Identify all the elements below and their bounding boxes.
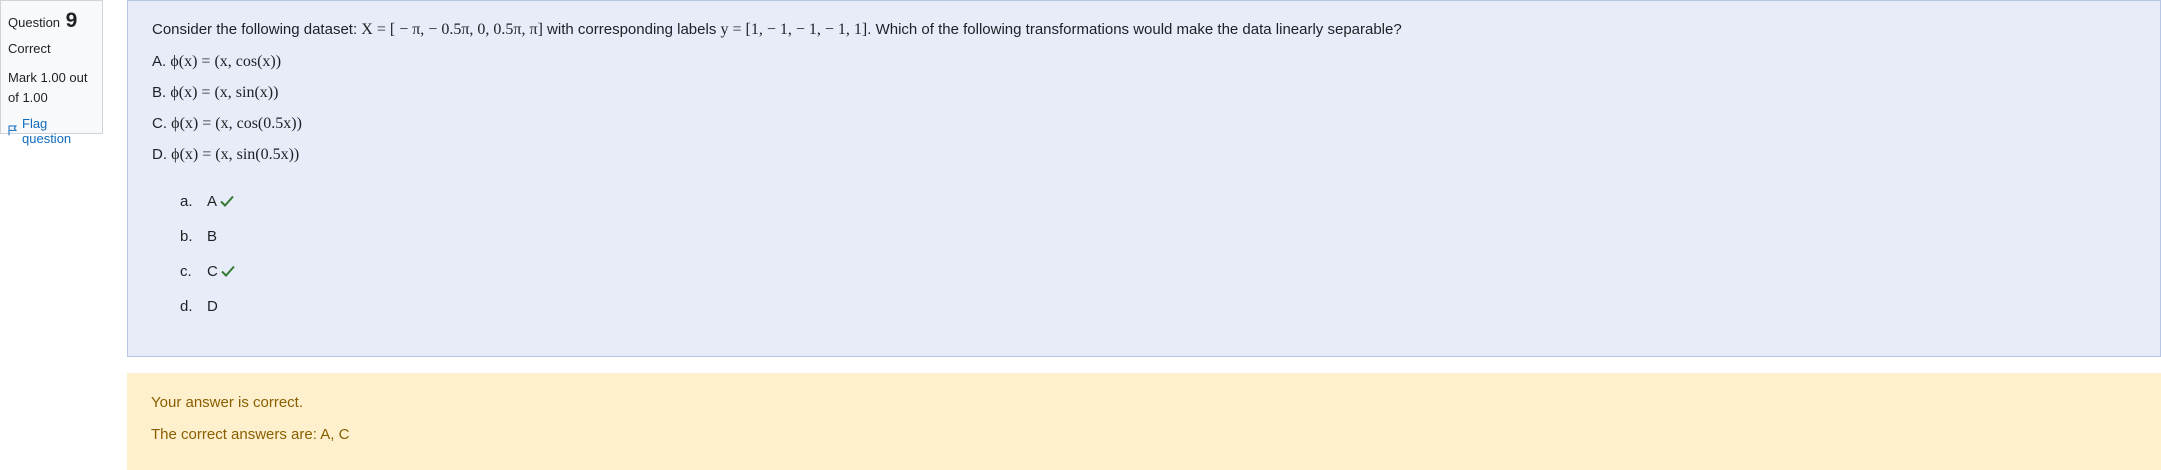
option-a-prefix: A. (152, 53, 171, 70)
option-b-prefix: B. (152, 84, 171, 101)
flag-icon (8, 124, 18, 139)
question-label: Question (8, 15, 61, 30)
check-icon (219, 194, 235, 208)
feedback-status: Your answer is correct. (151, 394, 304, 411)
labels-y-expression: y = [1, − 1, − 1, − 1, 1] (720, 21, 868, 38)
option-d-text: D. ϕ(x) = (x, sin(0.5x)) (152, 145, 2136, 165)
answer-letter: b. (180, 227, 193, 245)
feedback-panel: Your answer is correct. The correct answ… (127, 373, 2161, 470)
question-text-intro: Consider the following dataset: (152, 21, 362, 38)
option-a-formula: ϕ(x) = (x, cos(x)) (170, 53, 282, 70)
question-info-panel: Question 9 Correct Mark 1.00 out of 1.00… (0, 0, 103, 146)
option-d-formula: ϕ(x) = (x, sin(0.5x)) (171, 146, 300, 163)
question-number: Question 9 (8, 9, 95, 33)
answer-letter: c. (180, 262, 192, 280)
answer-option-a[interactable]: a. A (152, 191, 2136, 211)
question-state: Correct (8, 41, 51, 56)
question-text-end: . Which of the following transformations… (867, 21, 1402, 38)
question-text-middle: with corresponding labels (542, 21, 721, 38)
answer-label: C (207, 262, 218, 280)
check-icon (220, 264, 236, 278)
answer-option-d[interactable]: d. D (152, 296, 2136, 316)
answer-label: B (207, 227, 218, 245)
option-c-prefix: C. (152, 115, 172, 132)
question-grade: Mark 1.00 out of 1.00 (8, 70, 88, 105)
feedback-right-answer: The correct answers are: A, C (151, 426, 350, 443)
option-d-prefix: D. (152, 146, 172, 163)
option-a-text: A. ϕ(x) = (x, cos(x)) (152, 52, 2136, 72)
flag-question-label: Flag question (22, 116, 72, 146)
option-b-formula: ϕ(x) = (x, sin(x)) (170, 84, 279, 101)
question-formulation: Consider the following dataset: X = [ − … (127, 0, 2161, 357)
flag-question-link[interactable]: Flag question (8, 116, 95, 146)
answer-option-b[interactable]: b. B (152, 226, 2136, 246)
question-text: Consider the following dataset: X = [ − … (152, 20, 2136, 40)
answer-list: a. A b. B c. C d. D (152, 191, 2136, 316)
answer-letter: a. (180, 192, 193, 210)
option-c-formula: ϕ(x) = (x, cos(0.5x)) (171, 115, 302, 132)
option-c-text: C. ϕ(x) = (x, cos(0.5x)) (152, 114, 2136, 134)
answer-label: D (207, 297, 218, 315)
option-b-text: B. ϕ(x) = (x, sin(x)) (152, 83, 2136, 103)
answer-label: A (207, 192, 218, 210)
answer-letter: d. (180, 297, 193, 315)
answer-option-c[interactable]: c. C (152, 261, 2136, 281)
question-number-value: 9 (65, 9, 78, 32)
dataset-x-expression: X = [ − π, − 0.5π, 0, 0.5π, π] (361, 21, 543, 38)
